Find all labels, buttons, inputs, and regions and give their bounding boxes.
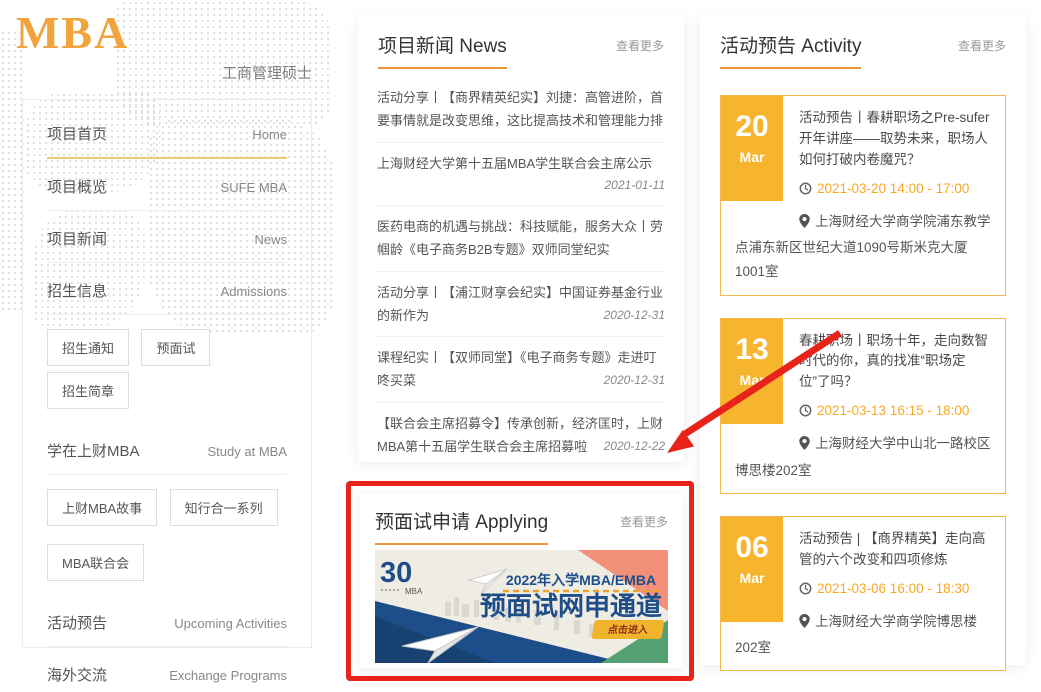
news-header: 项目新闻 News 查看更多: [358, 15, 684, 69]
brand-subtitle: 工商管理硕士: [0, 62, 312, 83]
news-item-date: 2020-12-22: [604, 436, 665, 457]
event-card[interactable]: 06 Mar 活动预告 | 【商界精英】走向高管的六个改变和四项修炼 2021-…: [720, 516, 1006, 671]
applying-more-link[interactable]: 查看更多: [620, 513, 668, 530]
news-section: 项目新闻 News 查看更多 活动分享丨【商界精英纪实】刘捷：高管进阶，首要事情…: [358, 15, 684, 462]
activity-title: 活动预告 Activity: [720, 31, 861, 69]
event-day: 20: [721, 96, 783, 143]
news-item[interactable]: 活动分享丨【商界精英纪实】刘捷：高管进阶，首要事情就是改变思维，这比提高技术和管…: [377, 77, 665, 143]
clock-icon: [799, 182, 812, 201]
svg-text:MBA: MBA: [405, 587, 423, 596]
banner-enter-button[interactable]: 点击进入: [591, 620, 664, 639]
event-month: Mar: [721, 372, 783, 388]
nav-label-en: Study at MBA: [208, 444, 287, 459]
admissions-tags: 招生通知 预面试 招生简章: [47, 315, 287, 423]
sidebar-item-home[interactable]: 项目首页 Home: [47, 106, 287, 159]
sidebar: 项目首页 Home 项目概览 SUFE MBA 项目新闻 News 招生信息 A…: [22, 99, 312, 648]
nav-label-en: Upcoming Activities: [174, 616, 287, 631]
news-item[interactable]: 课程纪实丨【双师同堂】《电子商务专题》走进叮咚买菜 2020-12-31: [377, 337, 665, 403]
nav-label-zh: 项目新闻: [47, 228, 107, 249]
event-month: Mar: [721, 570, 783, 586]
sidebar-item-study[interactable]: 学在上财MBA Study at MBA: [47, 423, 287, 475]
activity-more-link[interactable]: 查看更多: [958, 37, 1006, 54]
news-title: 项目新闻 News: [378, 31, 507, 69]
nav-label-en: Exchange Programs: [169, 668, 287, 683]
nav-label-en: Admissions: [221, 284, 287, 299]
event-date-badge: 20 Mar: [721, 96, 783, 201]
activity-section: 活动预告 Activity 查看更多 20 Mar 活动预告丨春耕职场之Pre-…: [700, 15, 1026, 665]
news-item-date: 2020-12-31: [604, 370, 665, 391]
event-card[interactable]: 13 Mar 春耕职场丨职场十年，走向数智时代的你，真的找准“职场定位”了吗？ …: [720, 318, 1006, 494]
nav-label-zh: 海外交流: [47, 664, 107, 685]
banner-line1: 2022年入学MBA/EMBA: [506, 572, 656, 588]
nav-label-zh: 学在上财MBA: [47, 440, 140, 461]
news-item-title: 活动分享丨【商界精英纪实】刘捷：高管进阶，首要事情就是改变思维，这比提高技术和管…: [377, 90, 663, 128]
news-item[interactable]: 【联合会主席招募令】传承创新，经济匡时，上财MBA第十五届学生联合会主席招募啦 …: [377, 403, 665, 468]
nav-label-zh: 活动预告: [47, 612, 107, 633]
event-card[interactable]: 20 Mar 活动预告丨春耕职场之Pre-sufer开年讲座——取势未来，职场人…: [720, 95, 1006, 296]
location-pin-icon: [799, 212, 810, 236]
sidebar-item-news[interactable]: 项目新闻 News: [47, 211, 287, 263]
event-month: Mar: [721, 149, 783, 165]
nav-label-zh: 项目概览: [47, 176, 107, 197]
activity-header: 活动预告 Activity 查看更多: [700, 15, 1026, 69]
nav-label-zh: 项目首页: [47, 123, 107, 144]
event-day: 13: [721, 319, 783, 366]
nav-label-en: SUFE MBA: [221, 180, 287, 195]
news-item[interactable]: 活动分享丨【浦江财享会纪实】中国证券基金行业的新作为 2020-12-31: [377, 272, 665, 338]
news-item[interactable]: 上海财经大学第十五届MBA学生联合会主席公示 2021-01-11: [377, 143, 665, 207]
clock-icon: [799, 404, 812, 423]
banner-image[interactable]: 30 MBA 2022年入学MBA/EMBA 预面试网申通道: [375, 550, 668, 663]
location-pin-icon: [799, 434, 810, 458]
news-item[interactable]: 医药电商的机遇与挑战：科技赋能，服务大众丨劳帼龄《电子商务B2B专题》双师同堂纪…: [377, 206, 665, 272]
tag-admission-notice[interactable]: 招生通知: [47, 329, 129, 366]
event-location: 上海财经大学中山北一路校区博思楼202室: [735, 432, 993, 483]
union-tags: MBA联合会: [47, 540, 287, 595]
sidebar-item-overview[interactable]: 项目概览 SUFE MBA: [47, 159, 287, 211]
applying-section: 预面试申请 Applying 查看更多: [360, 494, 683, 668]
applying-banner[interactable]: 30 MBA 2022年入学MBA/EMBA 预面试网申通道: [360, 545, 683, 668]
applying-title: 预面试申请 Applying: [375, 507, 548, 545]
news-more-link[interactable]: 查看更多: [616, 37, 664, 54]
tag-zhixing-series[interactable]: 知行合一系列: [170, 489, 278, 526]
tag-admission-brochure[interactable]: 招生简章: [47, 372, 129, 409]
tag-pre-interview[interactable]: 预面试: [141, 329, 210, 366]
nav-label-en: Home: [252, 127, 287, 142]
applying-header: 预面试申请 Applying 查看更多: [360, 494, 683, 545]
news-item-title: 上海财经大学第十五届MBA学生联合会主席公示: [377, 156, 652, 171]
location-pin-icon: [799, 612, 810, 636]
page: MBA 工商管理硕士 项目首页 Home 项目概览 SUFE MBA 项目新闻 …: [0, 0, 1041, 692]
mba-logo[interactable]: MBA: [16, 6, 129, 59]
svg-text:30: 30: [380, 557, 412, 589]
event-date-badge: 13 Mar: [721, 319, 783, 424]
news-item-date: 2021-01-11: [605, 175, 666, 196]
clock-icon: [799, 582, 812, 601]
event-list: 20 Mar 活动预告丨春耕职场之Pre-sufer开年讲座——取势未来，职场人…: [700, 69, 1026, 671]
event-location: 上海财经大学商学院浦东教学点浦东新区世纪大道1090号斯米克大厦1001室: [735, 210, 993, 285]
banner-line2: 预面试网申通道: [480, 591, 662, 621]
news-item-date: 2020-12-31: [604, 305, 665, 326]
nav-label-zh: 招生信息: [47, 280, 107, 301]
tag-mba-union[interactable]: MBA联合会: [47, 544, 144, 581]
event-date-badge: 06 Mar: [721, 517, 783, 622]
sidebar-item-exchange[interactable]: 海外交流 Exchange Programs: [47, 647, 287, 692]
study-tags: 上财MBA故事 知行合一系列: [47, 475, 287, 540]
sidebar-item-admissions[interactable]: 招生信息 Admissions: [47, 263, 287, 315]
news-list: 活动分享丨【商界精英纪实】刘捷：高管进阶，首要事情就是改变思维，这比提高技术和管…: [358, 69, 684, 467]
sidebar-item-activities[interactable]: 活动预告 Upcoming Activities: [47, 595, 287, 647]
nav-label-en: News: [254, 232, 287, 247]
news-item-title: 医药电商的机遇与挑战：科技赋能，服务大众丨劳帼龄《电子商务B2B专题》双师同堂纪…: [377, 219, 663, 257]
svg-text:点击进入: 点击进入: [607, 623, 649, 636]
event-day: 06: [721, 517, 783, 564]
tag-mba-stories[interactable]: 上财MBA故事: [47, 489, 157, 526]
